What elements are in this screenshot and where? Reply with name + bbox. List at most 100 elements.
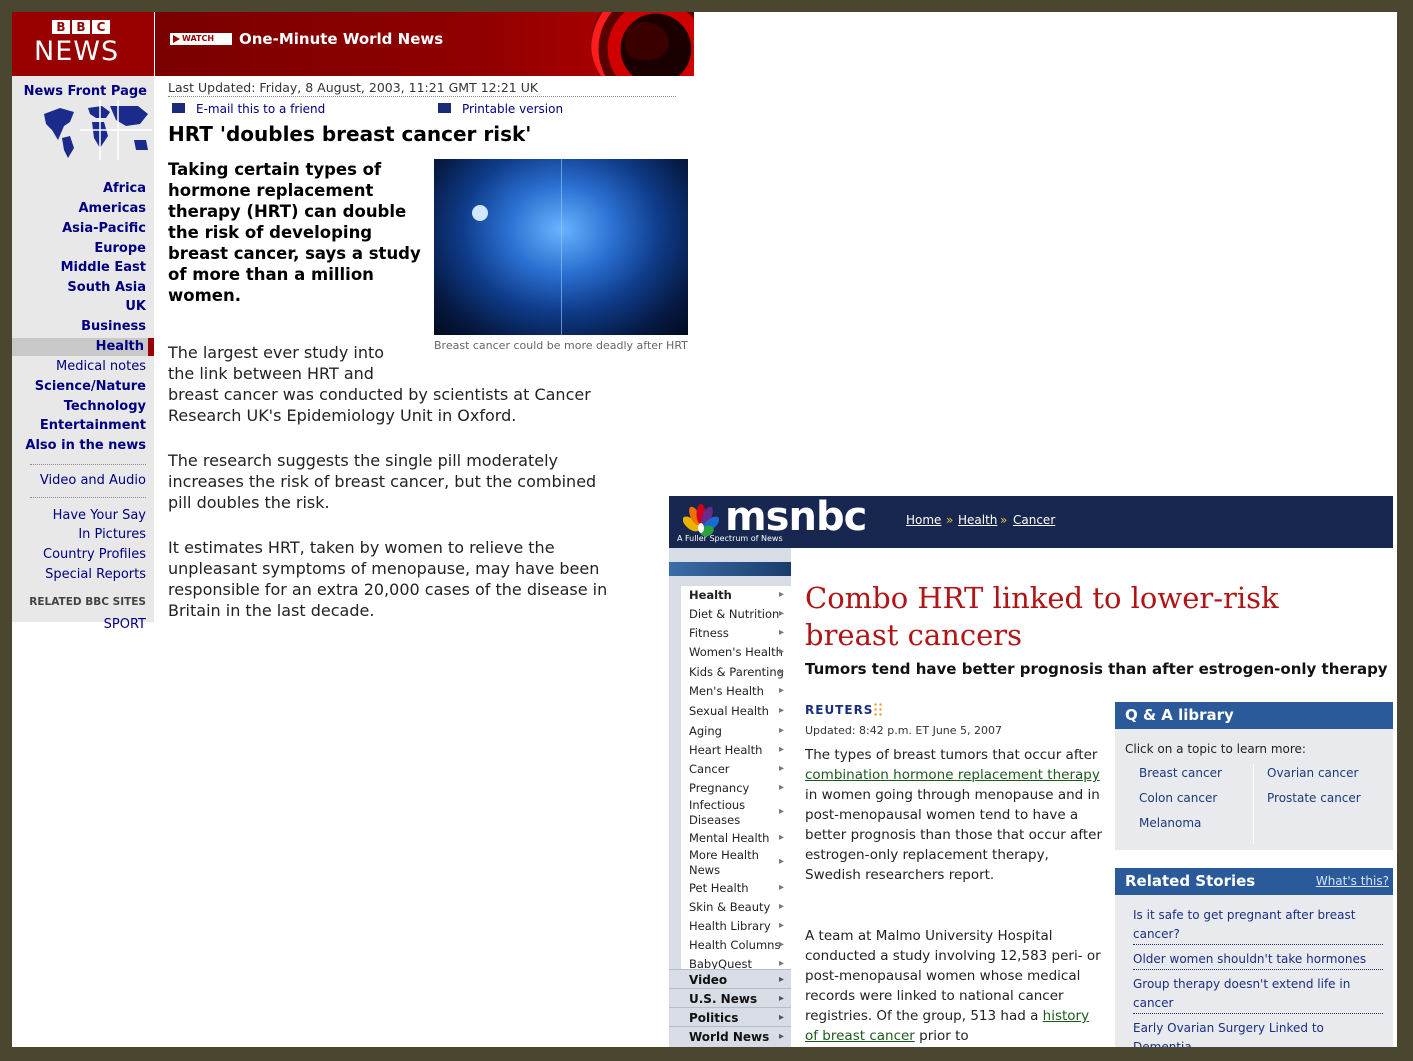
nav-item[interactable]: Fitness <box>689 627 729 639</box>
nav-arrow-icon: ▸ <box>779 627 785 638</box>
sidebar-item-health[interactable]: Health <box>96 339 144 354</box>
nav-item[interactable]: Pet Health <box>689 882 749 894</box>
qa-topic-link[interactable]: Ovarian cancer <box>1267 766 1358 780</box>
sidebar-item-region[interactable]: Europe <box>94 241 146 256</box>
breadcrumb-separator: » <box>1000 513 1008 527</box>
sidebar-item-more[interactable]: Country Profiles <box>43 547 146 562</box>
related-story-link[interactable]: Is it safe to get pregnant after breast … <box>1133 906 1383 945</box>
related-stories-title: Related Stories What's this? <box>1115 868 1393 895</box>
nav-arrow-icon: ▸ <box>779 744 785 755</box>
email-friend-link[interactable]: E-mail this to a friend <box>196 102 325 116</box>
nav-arrow-icon: ▸ <box>779 939 785 950</box>
qa-topic-link[interactable]: Breast cancer <box>1139 766 1222 780</box>
sidebar-item-sport[interactable]: SPORT <box>104 617 146 632</box>
nav-arrow-icon: ▸ <box>779 589 785 600</box>
nav-strip <box>669 562 791 576</box>
nav-item[interactable]: Infectious <box>689 799 745 811</box>
nav-item[interactable]: Heart Health <box>689 744 762 756</box>
bbc-logo-news-word: NEWS <box>34 36 120 67</box>
nav-arrow-icon: ▸ <box>779 920 785 931</box>
nav-arrow-icon: ▸ <box>779 725 785 736</box>
nav-item[interactable]: Health Columns <box>689 939 780 951</box>
nav-item[interactable]: More Health <box>689 849 759 861</box>
nav-arrow-icon: ▸ <box>779 882 785 893</box>
main-nav-world-news[interactable]: World News ▸ <box>669 1026 791 1046</box>
nav-item[interactable]: Pregnancy <box>689 782 749 794</box>
mammogram-image <box>434 159 688 335</box>
sidebar-item-section[interactable]: Also in the news <box>25 438 146 453</box>
sidebar-item-region[interactable]: Americas <box>78 201 146 216</box>
main-nav-video[interactable]: Video ▸ <box>669 969 791 989</box>
combination-hrt-link[interactable]: combination hormone replacement therapy <box>805 767 1100 783</box>
globe-land-icon <box>625 22 669 60</box>
msnbc-left-nav: Health ▸ Diet & Nutrition ▸ Fitness ▸ Wo… <box>669 548 791 1047</box>
sidebar-item-region[interactable]: Asia-Pacific <box>62 221 146 236</box>
bbc-news-logo[interactable]: B B C NEWS <box>12 12 154 76</box>
msnbc-tagline: A Fuller Spectrum of News <box>677 534 783 543</box>
sidebar-item-business[interactable]: Business <box>81 319 146 334</box>
updated-timestamp: Updated: 8:42 p.m. ET June 5, 2007 <box>805 724 1003 737</box>
nav-item[interactable]: Women's Health <box>689 646 783 658</box>
related-stories-box: Related Stories What's this? Is it safe … <box>1115 868 1393 1047</box>
breadcrumb-cancer[interactable]: Cancer <box>1013 513 1055 527</box>
nav-item[interactable]: News <box>689 864 720 876</box>
article-paragraph-line: unpleasant symptoms of menopause, may ha… <box>168 559 600 578</box>
article-paragraph-line: responsible for an extra 20,000 cases of… <box>168 580 608 599</box>
nav-arrow-icon: ▸ <box>779 1031 785 1042</box>
world-map-icon <box>44 100 152 160</box>
qa-topic-link[interactable]: Colon cancer <box>1139 791 1217 805</box>
sidebar-item-more[interactable]: Have Your Say <box>53 508 146 523</box>
sidebar-item-section[interactable]: Science/Nature <box>35 379 146 394</box>
nav-item[interactable]: Kids & Parenting <box>689 666 784 678</box>
sidebar-item-video-audio[interactable]: Video and Audio <box>40 473 146 488</box>
sidebar-item-more[interactable]: In Pictures <box>78 527 146 542</box>
related-story-link[interactable]: Group therapy doesn't extend life in can… <box>1133 975 1383 1014</box>
qa-topic-link[interactable]: Prostate cancer <box>1267 791 1361 805</box>
breadcrumb-health[interactable]: Health <box>958 513 997 527</box>
sidebar-item-region[interactable]: Africa <box>103 181 146 196</box>
sidebar-item-section[interactable]: Entertainment <box>40 418 146 433</box>
sidebar-item-more[interactable]: Special Reports <box>45 567 146 582</box>
article-paragraph-line: Britain in the last decade. <box>168 601 375 620</box>
nav-item[interactable]: Health Library <box>689 920 771 932</box>
whats-this-link[interactable]: What's this? <box>1316 874 1389 888</box>
sidebar-item-region[interactable]: UK <box>125 299 146 314</box>
one-minute-news-banner[interactable]: WATCH One-Minute World News <box>155 12 694 76</box>
email-envelope-icon[interactable] <box>172 103 185 113</box>
sidebar-item-section[interactable]: Technology <box>64 399 146 414</box>
printer-icon[interactable] <box>438 103 451 113</box>
breadcrumb-home[interactable]: Home <box>906 513 941 527</box>
article-headline: HRT 'doubles breast cancer risk' <box>168 122 532 146</box>
sidebar-item-medical-notes[interactable]: Medical notes <box>56 359 146 374</box>
article-intro: Taking certain types of hormone replacem… <box>168 160 421 305</box>
main-nav-us-news[interactable]: U.S. News ▸ <box>669 988 791 1008</box>
nav-arrow-icon: ▸ <box>779 806 785 817</box>
watch-badge[interactable]: WATCH <box>170 33 232 45</box>
banner-title[interactable]: One-Minute World News <box>239 30 443 48</box>
nav-item[interactable]: Skin & Beauty <box>689 901 770 913</box>
main-nav-politics[interactable]: Politics ▸ <box>669 1007 791 1027</box>
nav-item-health[interactable]: Health <box>689 589 732 601</box>
qa-divider <box>1253 764 1254 844</box>
nav-item[interactable]: Diseases <box>689 814 740 826</box>
nav-item[interactable]: Men's Health <box>689 685 764 697</box>
qa-title-text: Q & A library <box>1125 706 1234 724</box>
nav-item[interactable]: Mental Health <box>689 832 769 844</box>
nav-item[interactable]: Diet & Nutrition <box>689 608 779 620</box>
related-bbc-sites-heading: RELATED BBC SITES <box>29 596 146 608</box>
bbc-news-page: B B C NEWS WATCH One-Minute World News N… <box>12 12 694 632</box>
qa-topic-link[interactable]: Melanoma <box>1139 816 1201 830</box>
nav-item[interactable]: Aging <box>689 725 722 737</box>
related-story-link[interactable]: Older women shouldn't take hormones <box>1133 950 1383 970</box>
nav-item[interactable]: Cancer <box>689 763 730 775</box>
sidebar-item-region[interactable]: South Asia <box>67 280 146 295</box>
article-subhead: Tumors tend have better prognosis than a… <box>805 660 1388 678</box>
sidebar-item-region[interactable]: Middle East <box>61 260 146 275</box>
related-story-link[interactable]: Early Ovarian Surgery Linked to Dementia <box>1133 1019 1383 1047</box>
article-paragraph-line: The largest ever study into <box>168 343 385 362</box>
printable-version-link[interactable]: Printable version <box>462 102 563 116</box>
reuters-dots-icon <box>873 702 883 716</box>
image-caption: Breast cancer could be more deadly after… <box>434 339 688 352</box>
nav-item[interactable]: Sexual Health <box>689 705 769 717</box>
sidebar-item-front-page[interactable]: News Front Page <box>24 84 147 99</box>
